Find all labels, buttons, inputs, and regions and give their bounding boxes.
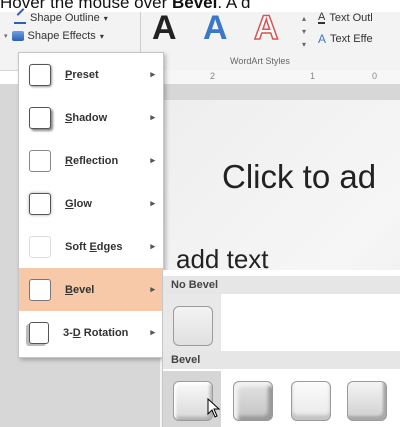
ruler-mark: 0	[372, 71, 378, 81]
text-outline-icon: A	[318, 11, 326, 24]
horizontal-ruler: 2 1 0	[160, 70, 400, 85]
text-outline-button[interactable]: A Text Outl	[318, 12, 373, 24]
menu-item-reflection[interactable]: Reflection ▸	[19, 139, 163, 182]
wordart-gallery-scroll[interactable]: ▴ ▾ ▾	[298, 12, 310, 52]
shape-effects-button[interactable]: ▾ Shape Effects ▾	[4, 30, 104, 42]
wordart-style-red-outline[interactable]: A	[253, 8, 279, 48]
shape-outline-button[interactable]: Shape Outline ▾	[14, 8, 108, 24]
menu-item-preset[interactable]: Preset ▸	[19, 53, 163, 96]
submenu-arrow-icon: ▸	[150, 198, 155, 208]
reflection-swatch-icon	[29, 149, 51, 172]
shape-effects-icon	[11, 31, 24, 41]
scroll-arrow-icon: ▾	[4, 33, 8, 40]
submenu-arrow-icon: ▸	[150, 241, 155, 251]
bevel-cross-option[interactable]	[291, 381, 331, 421]
wordart-style-black[interactable]: A	[152, 8, 177, 48]
submenu-arrow-icon: ▸	[150, 155, 155, 165]
submenu-arrow-icon: ▸	[150, 69, 155, 79]
submenu-arrow-icon: ▸	[150, 112, 155, 122]
menu-item-label: Reflection	[65, 154, 119, 167]
menu-item-label: Preset	[65, 68, 99, 81]
menu-item-label: Soft Edges	[65, 240, 123, 253]
menu-item-3d-rotation[interactable]: 3-D Rotation ▸	[19, 311, 163, 354]
glow-swatch-icon	[29, 192, 51, 215]
3d-rotation-swatch-icon	[29, 321, 49, 344]
ruler-mark: 2	[210, 71, 216, 81]
slide-title-placeholder[interactable]: Click to ad	[222, 158, 376, 196]
dropdown-arrow-icon: ▾	[99, 31, 104, 41]
ruler-mark: 1	[310, 71, 316, 81]
dropdown-arrow-icon: ▾	[103, 13, 108, 23]
menu-item-label: Bevel	[65, 283, 95, 296]
no-bevel-option[interactable]	[173, 306, 213, 346]
bevel-gallery: No Bevel Bevel	[162, 270, 400, 427]
wordart-style-blue[interactable]: A	[203, 8, 228, 48]
wordart-styles-group-label: WordArt Styles	[230, 56, 290, 66]
shape-effects-menu: Preset ▸ Shadow ▸ Reflection ▸ Glow ▸ So…	[18, 52, 164, 358]
bevel-relaxed-inset-option[interactable]	[233, 381, 273, 421]
no-bevel-header: No Bevel	[163, 276, 400, 294]
submenu-arrow-icon: ▸	[150, 284, 155, 294]
bevel-swatch-icon	[29, 278, 51, 301]
text-effects-button[interactable]: A Text Effe	[318, 32, 373, 46]
menu-item-label: Shadow	[65, 111, 108, 124]
menu-item-label: Glow	[65, 197, 92, 210]
bevel-section-header: Bevel	[163, 351, 400, 369]
preset-swatch-icon	[29, 63, 51, 86]
no-bevel-cell[interactable]	[163, 294, 221, 352]
instruction-caption: Hover the mouse over Bevel. A d	[0, 0, 251, 12]
submenu-arrow-icon: ▸	[150, 327, 155, 337]
menu-item-glow[interactable]: Glow ▸	[19, 182, 163, 225]
pen-outline-icon	[14, 8, 26, 24]
text-effects-icon: A	[318, 32, 327, 46]
menu-item-bevel[interactable]: Bevel ▸	[19, 268, 163, 311]
shadow-swatch-icon	[29, 106, 51, 129]
bevel-cool-slant-option[interactable]	[347, 381, 387, 421]
menu-item-label: 3-D Rotation	[63, 326, 129, 339]
mouse-pointer-icon	[207, 398, 221, 418]
soft-edges-swatch-icon	[29, 235, 51, 258]
menu-item-soft-edges[interactable]: Soft Edges ▸	[19, 225, 163, 268]
menu-item-shadow[interactable]: Shadow ▸	[19, 96, 163, 139]
